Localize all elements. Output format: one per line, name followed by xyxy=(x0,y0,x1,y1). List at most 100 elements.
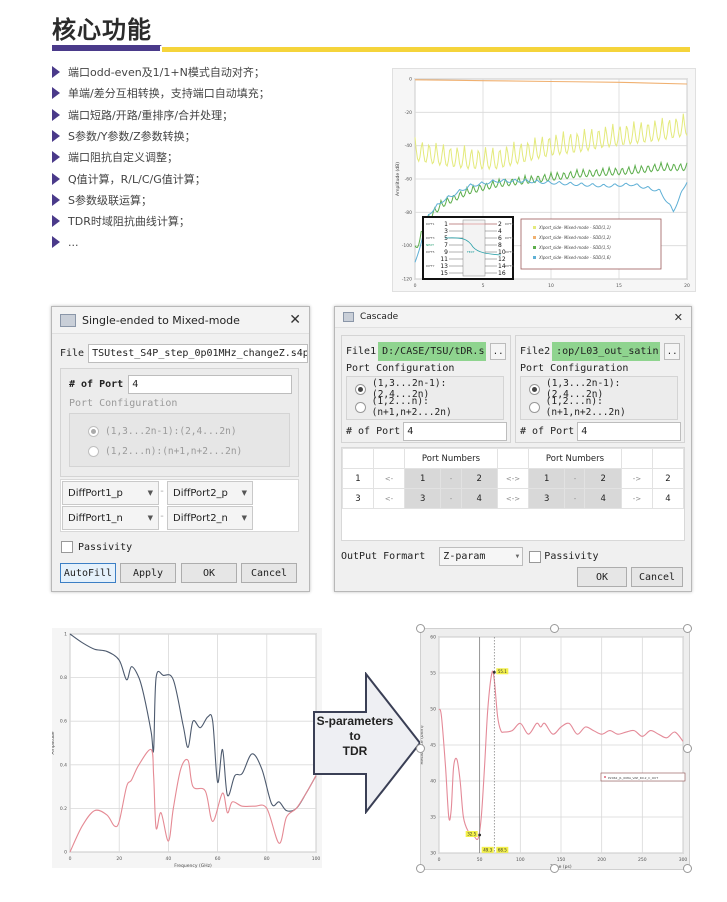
title-underline-purple xyxy=(52,45,160,51)
feature-text: 端口短路/开路/重排序/合并处理； xyxy=(68,108,234,122)
diff-port-2n-select[interactable]: DiffPort2_n ▼ xyxy=(167,506,253,530)
resize-handle[interactable] xyxy=(683,864,692,873)
ok-button[interactable]: OK xyxy=(181,563,237,583)
diff-port-2p-select[interactable]: DiffPort2_p ▼ xyxy=(167,481,253,505)
table-row[interactable]: 3 <- 3 - 4 <-> 3 - 4 -> 4 xyxy=(342,488,684,509)
bullet-triangle-icon xyxy=(52,236,60,249)
tdr-impedance-chart: 05010015020025030030354045505560Resistan… xyxy=(419,635,687,871)
port-count-input[interactable]: 4 xyxy=(403,422,508,441)
diff-port-1n-select[interactable]: DiffPort1_n ▼ xyxy=(62,506,159,530)
mixed-mode-dialog: Single-ended to Mixed-mode ✕ File TSUtes… xyxy=(51,306,310,592)
resize-handle[interactable] xyxy=(550,864,559,873)
table-row[interactable]: 1 <- 1 - 2 <-> 1 - 2 -> 2 xyxy=(342,468,684,489)
marker-point xyxy=(492,670,496,674)
feature-item: 端口阻抗自定义调整； xyxy=(52,147,178,167)
legend-swatch xyxy=(533,226,536,229)
file2-input[interactable]: :op/L03_out_satin.s4p xyxy=(552,342,661,361)
apply-button[interactable]: Apply xyxy=(120,563,176,583)
x-tick-label: 5 xyxy=(482,283,485,289)
file1-browse-button[interactable]: .. xyxy=(490,343,507,360)
resize-handle[interactable] xyxy=(416,864,425,873)
radio-unselected xyxy=(529,401,540,413)
legend-entry: P2062_J1_008A_VAP_R0.2_C_OUT xyxy=(608,776,658,780)
feature-text: S参数级联运算； xyxy=(68,193,152,207)
port-count-input[interactable]: 4 xyxy=(577,422,682,441)
output-format-row: OutPut Formart Z-param ▼ Passivity xyxy=(341,547,598,566)
resize-handle[interactable] xyxy=(416,744,425,753)
feature-item: 端口odd-even及1/1+N模式自动对齐； xyxy=(52,62,265,82)
passivity-checkbox[interactable] xyxy=(61,541,73,553)
close-icon[interactable]: ✕ xyxy=(289,312,301,328)
marker-label: 55.1 xyxy=(498,669,507,674)
ok-button[interactable]: OK xyxy=(577,567,627,587)
cancel-button[interactable]: Cancel xyxy=(241,563,297,583)
radio-selected xyxy=(88,425,99,437)
radio-selected xyxy=(529,383,540,395)
port-schematic-inset: 13579111315246810121416DIFF1DIFF3NEXTDIF… xyxy=(422,216,514,280)
y-tick-label: -20 xyxy=(405,110,412,116)
feature-item: 端口短路/开路/重排序/合并处理； xyxy=(52,105,233,125)
bullet-triangle-icon xyxy=(52,172,60,185)
y-tick-label: 0.2 xyxy=(60,806,67,812)
y-tick-label: 40 xyxy=(430,779,436,785)
y-tick-label: 1 xyxy=(64,632,67,638)
dialog-title: Cascade xyxy=(360,312,399,322)
output-format-select[interactable]: Z-param ▼ xyxy=(439,547,524,566)
diff-separator: - xyxy=(159,486,166,497)
x-tick-label: 100 xyxy=(516,857,525,863)
port-config-group: (1,3...2n-1):(2,4...2n) (1,2...n):(n+1,n… xyxy=(520,376,678,420)
marker-point xyxy=(478,833,482,837)
resize-handle[interactable] xyxy=(683,624,692,633)
diff-port-label: DIFF1 xyxy=(426,222,435,226)
cancel-button[interactable]: Cancel xyxy=(631,567,683,587)
port-number: 13 xyxy=(440,263,448,270)
diff-port-1p-select[interactable]: DiffPort1_p ▼ xyxy=(62,481,159,505)
diff-port-mapping: DiffPort1_p ▼ - DiffPort2_p ▼ DiffPort1_n ▼… xyxy=(60,479,299,532)
port-config-group: (1,3...2n-1):(2,4...2n) (1,2...n):(n+1,n… xyxy=(346,376,504,420)
passivity-checkbox[interactable] xyxy=(529,550,542,563)
passivity-label: Passivity xyxy=(544,551,599,562)
passivity-row[interactable]: Passivity xyxy=(61,541,132,553)
feature-item: TDR时域阻抗曲线计算； xyxy=(52,211,190,231)
cascade-dialog: Cascade ✕ File1 D:/CASE/TSU/tDR.s4p .. P… xyxy=(334,306,692,592)
diff-port-label: DIFF4 xyxy=(505,236,514,240)
port-number: 1 xyxy=(444,221,448,228)
file2-label: File2 xyxy=(520,346,551,357)
x-tick-label: 60 xyxy=(215,856,221,862)
port-number: 9 xyxy=(444,249,448,256)
close-icon[interactable]: ✕ xyxy=(674,311,683,324)
diff-port-label: NEXT xyxy=(426,243,434,247)
y-tick-label: 50 xyxy=(430,707,436,713)
resize-handle[interactable] xyxy=(550,624,559,633)
feature-item: Q值计算，R/L/C/G值计算； xyxy=(52,169,206,189)
file2-browse-button[interactable]: .. xyxy=(664,343,681,360)
port-config-option-sequential[interactable]: (1,2...n):(n+1,n+2...2n) xyxy=(355,396,503,418)
file-input[interactable]: TSUtest_S4P_step_0p01MHz_changeZ.s4p xyxy=(88,344,309,363)
table-header-row: Port Numbers Port Numbers xyxy=(342,448,684,469)
port-config-option-odd-even[interactable]: (1,3...2n-1):(2,4...2n) xyxy=(88,422,237,440)
port-config-option-sequential[interactable]: (1,2...n):(n+1,n+2...2n) xyxy=(529,396,677,418)
plot-area xyxy=(69,633,317,853)
fext-label: FEXT xyxy=(467,250,475,254)
port-number: 12 xyxy=(498,256,506,263)
x-tick-label: 250 xyxy=(638,857,647,863)
resize-handle[interactable] xyxy=(683,744,692,753)
dialog-title-bar: Single-ended to Mixed-mode ✕ xyxy=(52,307,309,334)
legend-entry: Xlport_side- Mixed-mode - SDD(1,6) xyxy=(538,255,611,260)
port-count-input[interactable]: 4 xyxy=(128,375,293,394)
feature-text: TDR时域阻抗曲线计算； xyxy=(68,215,190,229)
x-tick-label: 0 xyxy=(438,857,441,863)
y-tick-label: -100 xyxy=(402,243,412,249)
chevron-down-icon: ▼ xyxy=(241,514,247,522)
y-tick-label: 0.6 xyxy=(60,719,67,725)
port-number: 5 xyxy=(444,235,448,242)
port-count-label: # of Port xyxy=(520,426,575,437)
file1-input[interactable]: D:/CASE/TSU/tDR.s4p xyxy=(378,342,487,361)
legend-swatch xyxy=(533,236,536,239)
port-number: 4 xyxy=(498,228,502,235)
port-config-option-sequential[interactable]: (1,2...n):(n+1,n+2...2n) xyxy=(88,442,242,460)
bullet-triangle-icon xyxy=(52,151,60,164)
resize-handle[interactable] xyxy=(416,624,425,633)
arrow-label-line: to xyxy=(349,729,361,743)
autofill-button[interactable]: AutoFill xyxy=(60,563,116,583)
